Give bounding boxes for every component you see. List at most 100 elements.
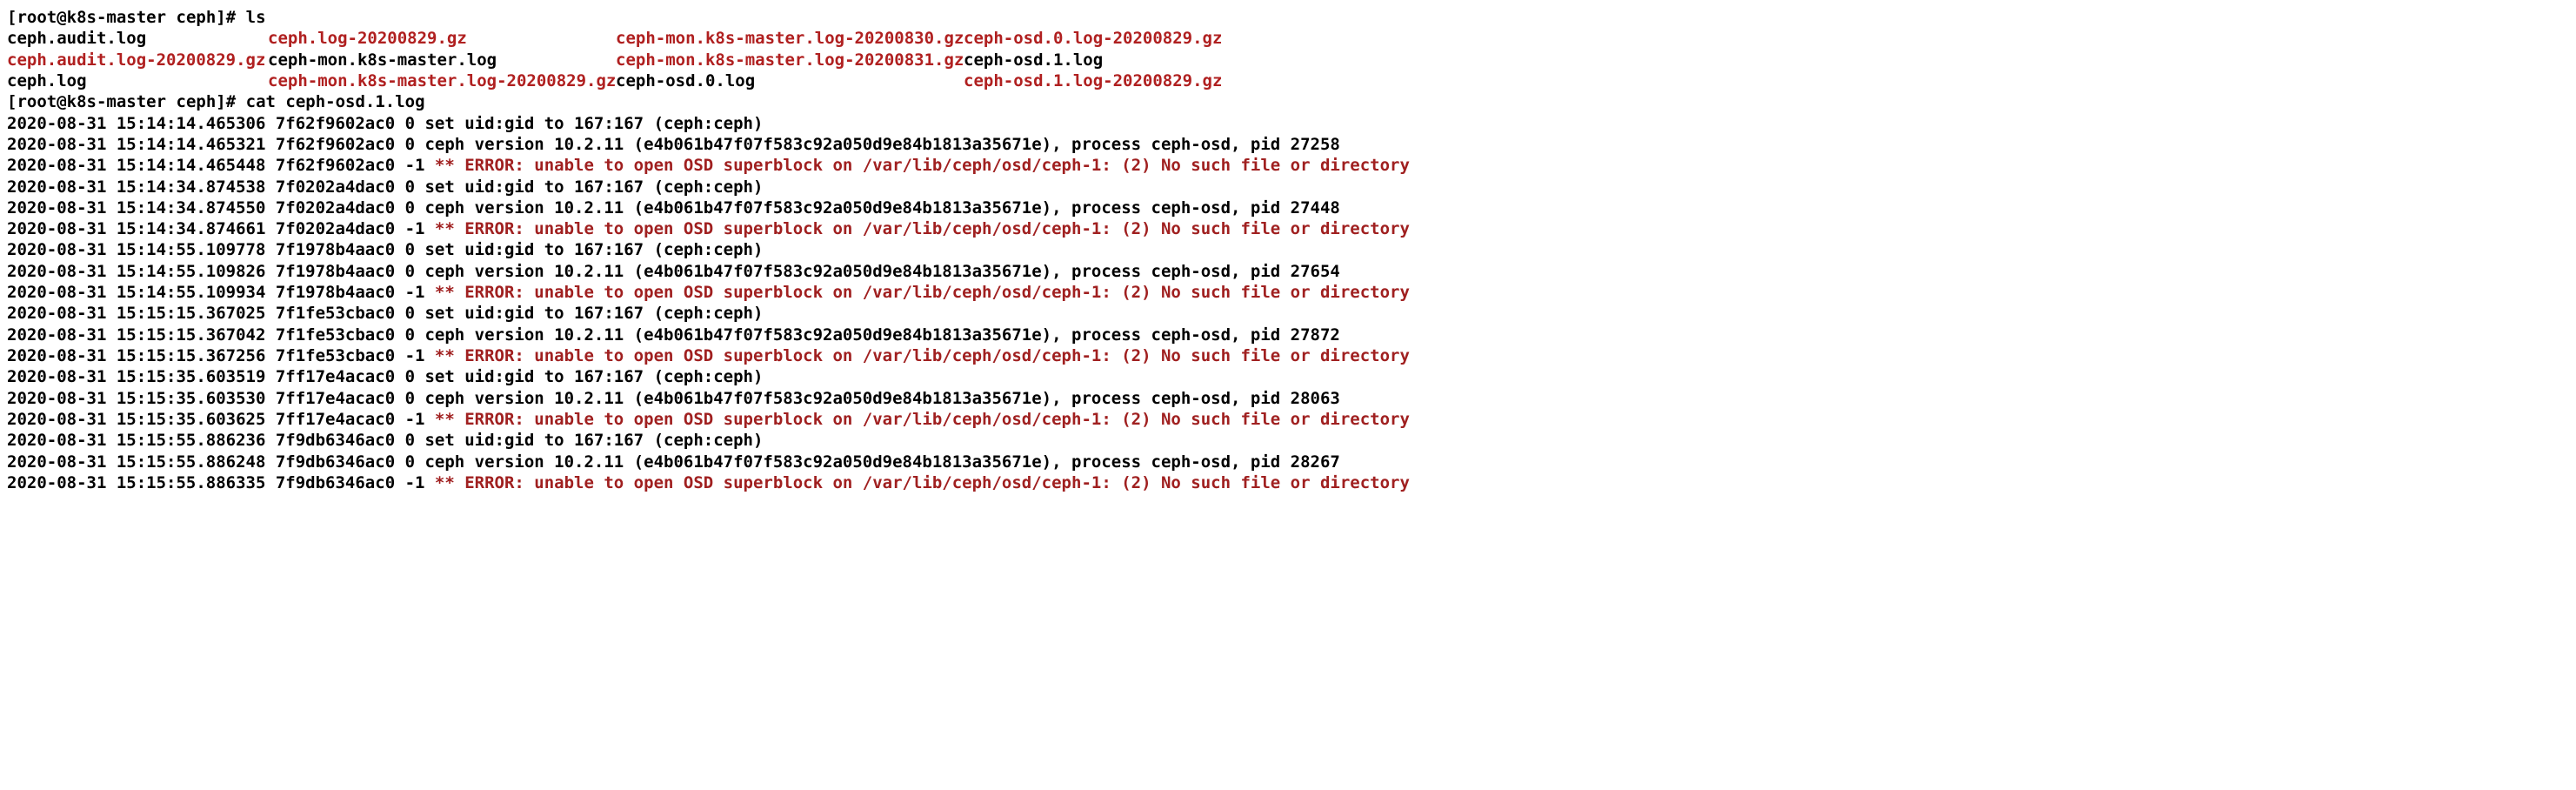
log-output: 2020-08-31 15:14:14.465306 7f62f9602ac0 …: [7, 113, 2569, 494]
log-line: 2020-08-31 15:15:15.367256 7f1fe53cbac0 …: [7, 345, 2569, 366]
prompt-space: [166, 92, 176, 111]
log-timestamp: 2020-08-31 15:15:35.603625: [7, 410, 276, 429]
log-thread: 7f9db6346ac0: [276, 473, 405, 492]
log-thread: 7f0202a4dac0: [276, 219, 405, 238]
log-level: 0: [405, 367, 425, 386]
prompt-space: [166, 8, 176, 27]
log-error-message: ** ERROR: unable to open OSD superblock …: [435, 283, 1410, 302]
log-line: 2020-08-31 15:15:35.603625 7ff17e4acac0 …: [7, 409, 2569, 430]
log-thread: 7f62f9602ac0: [276, 156, 405, 175]
log-thread: 7ff17e4acac0: [276, 367, 405, 386]
log-thread: 7f1fe53cbac0: [276, 325, 405, 345]
log-message: ceph version 10.2.11 (e4b061b47f07f583c9…: [424, 325, 1339, 345]
log-thread: 7f9db6346ac0: [276, 431, 405, 450]
prompt-path: ceph: [177, 92, 217, 111]
ls-command: ls: [246, 8, 266, 27]
log-level: 0: [405, 304, 425, 323]
ls-file: ceph-osd.1.log-20200829.gz: [964, 70, 1222, 91]
log-thread: 7f0202a4dac0: [276, 177, 405, 197]
log-timestamp: 2020-08-31 15:14:34.874538: [7, 177, 276, 197]
ls-row: ceph.audit.log-20200829.gzceph-mon.k8s-m…: [7, 50, 2569, 70]
log-level: -1: [405, 346, 435, 365]
log-level: 0: [405, 262, 425, 281]
log-message: ceph version 10.2.11 (e4b061b47f07f583c9…: [424, 389, 1339, 408]
prompt-user: root: [17, 92, 57, 111]
log-level: 0: [405, 114, 425, 133]
prompt-symbol: #: [226, 92, 236, 111]
log-timestamp: 2020-08-31 15:15:15.367256: [7, 346, 276, 365]
log-line: 2020-08-31 15:15:15.367042 7f1fe53cbac0 …: [7, 325, 2569, 345]
prompt-host: k8s-master: [67, 92, 166, 111]
ls-row: ceph.logceph-mon.k8s-master.log-20200829…: [7, 70, 2569, 91]
log-timestamp: 2020-08-31 15:14:55.109826: [7, 262, 276, 281]
prompt-user: root: [17, 8, 57, 27]
prompt-cmd-space: [236, 8, 245, 27]
prompt-at: @: [57, 8, 66, 27]
prompt-open: [: [7, 92, 17, 111]
log-error-message: ** ERROR: unable to open OSD superblock …: [435, 410, 1410, 429]
ls-file: ceph.audit.log-20200829.gz: [7, 50, 268, 70]
log-message: set uid:gid to 167:167 (ceph:ceph): [424, 240, 763, 259]
log-error-message: ** ERROR: unable to open OSD superblock …: [435, 219, 1410, 238]
log-thread: 7ff17e4acac0: [276, 410, 405, 429]
log-thread: 7f0202a4dac0: [276, 198, 405, 218]
log-timestamp: 2020-08-31 15:14:34.874550: [7, 198, 276, 218]
ls-file: ceph.log-20200829.gz: [268, 28, 616, 49]
log-message: set uid:gid to 167:167 (ceph:ceph): [424, 367, 763, 386]
log-level: -1: [405, 410, 435, 429]
log-timestamp: 2020-08-31 15:14:34.874661: [7, 219, 276, 238]
ls-row: ceph.audit.logceph.log-20200829.gzceph-m…: [7, 28, 2569, 49]
prompt-open: [: [7, 8, 17, 27]
log-timestamp: 2020-08-31 15:15:55.886248: [7, 452, 276, 472]
log-level: 0: [405, 135, 425, 154]
log-thread: 7f1fe53cbac0: [276, 304, 405, 323]
log-line: 2020-08-31 15:14:55.109934 7f1978b4aac0 …: [7, 282, 2569, 303]
log-thread: 7ff17e4acac0: [276, 389, 405, 408]
log-line: 2020-08-31 15:14:55.109778 7f1978b4aac0 …: [7, 239, 2569, 260]
log-thread: 7f9db6346ac0: [276, 452, 405, 472]
log-line: 2020-08-31 15:14:34.874550 7f0202a4dac0 …: [7, 198, 2569, 218]
ls-file: ceph-osd.1.log: [964, 50, 1103, 70]
log-line: 2020-08-31 15:14:34.874538 7f0202a4dac0 …: [7, 177, 2569, 198]
log-line: 2020-08-31 15:15:15.367025 7f1fe53cbac0 …: [7, 303, 2569, 324]
log-level: -1: [405, 283, 435, 302]
log-thread: 7f62f9602ac0: [276, 114, 405, 133]
log-message: set uid:gid to 167:167 (ceph:ceph): [424, 177, 763, 197]
log-line: 2020-08-31 15:15:55.886236 7f9db6346ac0 …: [7, 430, 2569, 451]
prompt-symbol: #: [226, 8, 236, 27]
log-level: 0: [405, 389, 425, 408]
ls-file: ceph-mon.k8s-master.log: [268, 50, 616, 70]
ls-file: ceph-mon.k8s-master.log-20200831.gz: [616, 50, 964, 70]
prompt-close: ]: [216, 8, 225, 27]
log-line: 2020-08-31 15:14:14.465448 7f62f9602ac0 …: [7, 155, 2569, 176]
prompt-line-ls: [root@k8s-master ceph]# ls: [7, 7, 2569, 28]
log-timestamp: 2020-08-31 15:15:15.367042: [7, 325, 276, 345]
ls-file: ceph-mon.k8s-master.log-20200829.gz: [268, 70, 616, 91]
log-line: 2020-08-31 15:14:55.109826 7f1978b4aac0 …: [7, 261, 2569, 282]
log-thread: 7f1fe53cbac0: [276, 346, 405, 365]
log-level: 0: [405, 452, 425, 472]
log-line: 2020-08-31 15:15:55.886248 7f9db6346ac0 …: [7, 452, 2569, 472]
log-line: 2020-08-31 15:14:14.465306 7f62f9602ac0 …: [7, 113, 2569, 134]
log-level: 0: [405, 325, 425, 345]
prompt-path: ceph: [177, 8, 217, 27]
log-level: 0: [405, 177, 425, 197]
log-thread: 7f1978b4aac0: [276, 240, 405, 259]
log-message: set uid:gid to 167:167 (ceph:ceph): [424, 304, 763, 323]
log-level: 0: [405, 431, 425, 450]
log-timestamp: 2020-08-31 15:15:55.886236: [7, 431, 276, 450]
log-timestamp: 2020-08-31 15:14:55.109778: [7, 240, 276, 259]
ls-output: ceph.audit.logceph.log-20200829.gzceph-m…: [7, 28, 2569, 91]
log-timestamp: 2020-08-31 15:14:14.465448: [7, 156, 276, 175]
log-timestamp: 2020-08-31 15:15:35.603519: [7, 367, 276, 386]
ls-file: ceph-osd.0.log: [616, 70, 964, 91]
log-error-message: ** ERROR: unable to open OSD superblock …: [435, 473, 1410, 492]
log-line: 2020-08-31 15:15:55.886335 7f9db6346ac0 …: [7, 472, 2569, 493]
terminal-output: [root@k8s-master ceph]# ls ceph.audit.lo…: [7, 7, 2569, 493]
prompt-cmd-space: [236, 92, 245, 111]
prompt-at: @: [57, 92, 66, 111]
log-level: -1: [405, 473, 435, 492]
cat-command: cat ceph-osd.1.log: [246, 92, 425, 111]
prompt-host: k8s-master: [67, 8, 166, 27]
log-message: ceph version 10.2.11 (e4b061b47f07f583c9…: [424, 262, 1339, 281]
